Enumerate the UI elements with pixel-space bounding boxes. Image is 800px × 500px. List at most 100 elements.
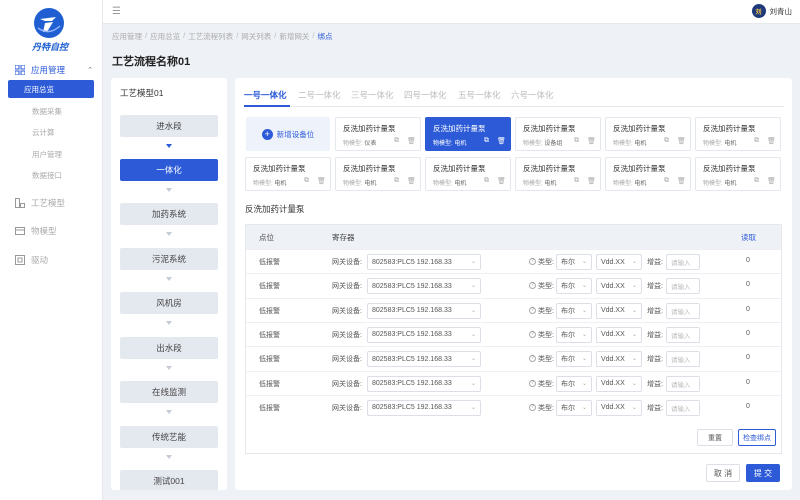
reset-button[interactable]: 重置 — [697, 429, 733, 446]
copy-icon[interactable]: ⧉ — [484, 137, 489, 145]
sidebar-item-cloud-compute[interactable]: 云计算 — [8, 123, 94, 141]
nav-group-driver[interactable]: 驱动 — [0, 251, 103, 269]
address-select[interactable]: Vdd.XX ⌄ — [596, 278, 642, 295]
gain-input[interactable]: 请输入 — [666, 326, 700, 343]
gateway-select[interactable]: 802583:PLC5 192.168.33 ⌄ — [367, 302, 481, 319]
device-card[interactable]: 反洗加药计量泵 物模型: 电机 ⧉ 🗑 — [335, 157, 421, 191]
copy-icon[interactable]: ⧉ — [574, 137, 579, 145]
copy-icon[interactable]: ⧉ — [754, 137, 759, 145]
device-card[interactable]: 反洗加药计量泵 物模型: 电机 ⧉ 🗑 — [515, 157, 601, 191]
copy-icon[interactable]: ⧉ — [754, 177, 759, 185]
process-step[interactable]: 传统艺能 — [120, 426, 218, 448]
address-select[interactable]: Vdd.XX ⌄ — [596, 399, 642, 416]
breadcrumb-item[interactable]: 网关列表 — [241, 31, 271, 42]
nav-group-app-management[interactable]: 应用管理 ⌃ — [0, 61, 103, 79]
process-step[interactable]: 在线监测 — [120, 381, 218, 403]
tab-unit-6[interactable]: 六号一体化 — [511, 89, 554, 101]
breadcrumb-item[interactable]: 应用管理 — [112, 31, 142, 42]
delete-icon[interactable]: 🗑 — [497, 177, 506, 185]
process-step-active[interactable]: 一体化 — [120, 159, 218, 181]
address-select[interactable]: Vdd.XX ⌄ — [596, 326, 642, 343]
breadcrumb-item[interactable]: 新增网关 — [279, 31, 309, 42]
tab-unit-1[interactable]: 一号一体化 — [244, 89, 287, 101]
type-select[interactable]: 布尔 ⌄ — [556, 351, 592, 368]
device-card-selected[interactable]: 反洗加药计量泵 物模型: 电机 ⧉ 🗑 — [425, 117, 511, 151]
device-card-title: 反洗加药计量泵 — [433, 164, 486, 173]
copy-icon[interactable]: ⧉ — [664, 177, 669, 185]
user-menu[interactable]: 刘 刘青山 — [751, 4, 792, 18]
tab-unit-3[interactable]: 三号一体化 — [351, 89, 394, 101]
sidebar-item-data-interface[interactable]: 数据接口 — [8, 166, 94, 184]
copy-icon[interactable]: ⧉ — [394, 137, 399, 145]
gateway-select[interactable]: 802583:PLC5 192.168.33 ⌄ — [367, 399, 481, 416]
delete-icon[interactable]: 🗑 — [767, 177, 776, 185]
delete-icon[interactable]: 🗑 — [587, 177, 596, 185]
sidebar-item-app-overview[interactable]: 应用总览 — [8, 80, 94, 98]
delete-icon[interactable]: 🗑 — [677, 137, 686, 145]
menu-toggle-icon[interactable]: ☰ — [112, 6, 121, 17]
device-card[interactable]: 反洗加药计量泵 物模型: 电机 ⧉ 🗑 — [245, 157, 331, 191]
sidebar-item-data-collection[interactable]: 数据采集 — [8, 102, 94, 120]
copy-icon[interactable]: ⧉ — [484, 177, 489, 185]
tab-unit-2[interactable]: 二号一体化 — [298, 89, 341, 101]
arrow-down-icon — [166, 366, 172, 370]
add-device-button[interactable]: + 新增设备位 — [246, 117, 330, 151]
cancel-button[interactable]: 取 消 — [706, 464, 740, 482]
address-select[interactable]: Vdd.XX ⌄ — [596, 351, 642, 368]
device-card[interactable]: 反洗加药计量泵 物模型: 电机 ⧉ 🗑 — [695, 117, 781, 151]
type-select[interactable]: 布尔 ⌄ — [556, 278, 592, 295]
gain-input[interactable]: 请输入 — [666, 399, 700, 416]
copy-icon[interactable]: ⧉ — [664, 137, 669, 145]
tab-unit-4[interactable]: 四号一体化 — [404, 89, 447, 101]
gain-input[interactable]: 请输入 — [666, 351, 700, 368]
gain-input[interactable]: 请输入 — [666, 278, 700, 295]
type-select[interactable]: 布尔 ⌄ — [556, 302, 592, 319]
device-card[interactable]: 反洗加药计量泵 物模型: 电机 ⧉ 🗑 — [605, 117, 691, 151]
gain-input[interactable]: 请输入 — [666, 254, 700, 270]
address-select[interactable]: Vdd.XX ⌄ — [596, 254, 642, 270]
process-step[interactable]: 加药系统 — [120, 203, 218, 225]
type-select[interactable]: 布尔 ⌄ — [556, 399, 592, 416]
sidebar-item-user-management[interactable]: 用户管理 — [8, 145, 94, 163]
process-step[interactable]: 测试001 — [120, 470, 218, 490]
read-button[interactable]: 读取 — [741, 232, 756, 243]
device-card[interactable]: 反洗加药计量泵 物模型: 仪表 ⧉ 🗑 — [335, 117, 421, 151]
copy-icon[interactable]: ⧉ — [574, 177, 579, 185]
breadcrumb-item[interactable]: 应用总览 — [150, 31, 180, 42]
process-step[interactable]: 出水段 — [120, 337, 218, 359]
device-card[interactable]: 反洗加药计量泵 物模型: 电机 ⧉ 🗑 — [605, 157, 691, 191]
gain-input[interactable]: 请输入 — [666, 302, 700, 319]
delete-icon[interactable]: 🗑 — [407, 177, 416, 185]
nav-group-process-model[interactable]: 工艺模型 — [0, 194, 103, 212]
nav-group-thing-model[interactable]: 物模型 — [0, 222, 103, 240]
process-step[interactable]: 污泥系统 — [120, 248, 218, 270]
gain-input[interactable]: 请输入 — [666, 375, 700, 392]
copy-icon[interactable]: ⧉ — [304, 177, 309, 185]
breadcrumb-item[interactable]: 工艺流程列表 — [188, 31, 233, 42]
delete-icon[interactable]: 🗑 — [677, 177, 686, 185]
process-step[interactable]: 进水段 — [120, 115, 218, 137]
delete-icon[interactable]: 🗑 — [587, 137, 596, 145]
gateway-select[interactable]: 802583:PLC5 192.168.33 ⌄ — [367, 254, 481, 270]
device-card[interactable]: 反洗加药计量泵 物模型: 设备组 ⧉ 🗑 — [515, 117, 601, 151]
delete-icon[interactable]: 🗑 — [767, 137, 776, 145]
device-card[interactable]: 反洗加药计量泵 物模型: 电机 ⧉ 🗑 — [695, 157, 781, 191]
gateway-select[interactable]: 802583:PLC5 192.168.33 ⌄ — [367, 326, 481, 343]
gateway-select[interactable]: 802583:PLC5 192.168.33 ⌄ — [367, 351, 481, 368]
type-select[interactable]: 布尔 ⌄ — [556, 375, 592, 392]
gateway-select[interactable]: 802583:PLC5 192.168.33 ⌄ — [367, 375, 481, 392]
type-select[interactable]: 布尔 ⌄ — [556, 254, 592, 270]
delete-icon[interactable]: 🗑 — [497, 137, 506, 145]
delete-icon[interactable]: 🗑 — [317, 177, 326, 185]
submit-button[interactable]: 提 交 — [746, 464, 780, 482]
process-step[interactable]: 风机房 — [120, 292, 218, 314]
address-select[interactable]: Vdd.XX ⌄ — [596, 375, 642, 392]
copy-icon[interactable]: ⧉ — [394, 177, 399, 185]
gateway-select[interactable]: 802583:PLC5 192.168.33 ⌄ — [367, 278, 481, 295]
type-select[interactable]: 布尔 ⌄ — [556, 326, 592, 343]
delete-icon[interactable]: 🗑 — [407, 137, 416, 145]
address-select[interactable]: Vdd.XX ⌄ — [596, 302, 642, 319]
tab-unit-5[interactable]: 五号一体化 — [458, 89, 501, 101]
check-binding-button[interactable]: 检查绑点 — [738, 429, 776, 446]
device-card[interactable]: 反洗加药计量泵 物模型: 电机 ⧉ 🗑 — [425, 157, 511, 191]
